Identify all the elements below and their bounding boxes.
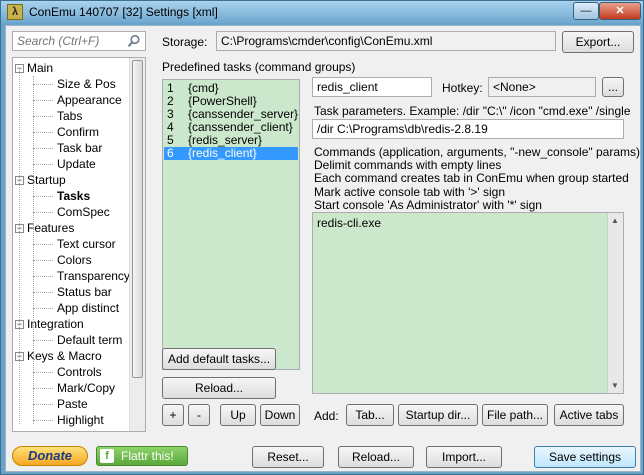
tree-item[interactable]: App distinct <box>57 300 119 316</box>
flattr-icon: f <box>100 449 114 463</box>
remove-task-button[interactable]: - <box>188 404 210 426</box>
tree-item[interactable]: Keys & Macro <box>27 348 102 364</box>
tree-item[interactable]: Features <box>27 220 74 236</box>
tree-item[interactable]: Controls <box>57 364 102 380</box>
task-name: {redis_client} <box>188 146 257 160</box>
add-active-tabs-button[interactable]: Active tabs <box>554 404 624 426</box>
scroll-down-icon[interactable]: ▼ <box>611 381 619 390</box>
tree-connector <box>33 84 53 85</box>
storage-label: Storage: <box>162 35 208 49</box>
commands-description: Commands (application, arguments, "-new_… <box>314 145 640 212</box>
save-settings-button[interactable]: Save settings <box>534 446 636 468</box>
tasks-list[interactable]: 1 {cmd} 2 {PowerShell} 3 {canssender_server} 4… <box>162 79 300 370</box>
task-name-field[interactable]: redis_client <box>312 77 432 97</box>
add-file-path-button[interactable]: File path... <box>482 404 548 426</box>
tree-connector <box>33 148 53 149</box>
tree-connector <box>33 116 53 117</box>
flattr-button[interactable]: f Flattr this! <box>96 446 188 466</box>
tree-connector <box>33 340 53 341</box>
tree-item[interactable]: Default term <box>57 332 122 348</box>
desc-line: Each command creates tab in ConEmu when … <box>314 171 629 186</box>
task-params-field[interactable]: /dir C:\Programs\db\redis-2.8.19 <box>312 119 624 139</box>
tree-guide-line <box>33 76 34 424</box>
tree-item[interactable]: Tasks <box>57 188 90 204</box>
commands-text[interactable]: redis-cli.exe <box>317 216 381 230</box>
desc-line: Start console 'As Administrator' with '*… <box>314 197 542 212</box>
import-button[interactable]: Import... <box>426 446 502 468</box>
task-params-label: Task parameters. Example: /dir "C:\" /ic… <box>314 104 631 118</box>
hotkey-field[interactable]: <None> <box>488 77 596 97</box>
close-button[interactable]: ✕ <box>599 2 641 20</box>
tree-connector <box>33 276 53 277</box>
tree-item[interactable]: Mark/Copy <box>57 380 115 396</box>
tree-item[interactable]: Colors <box>57 252 92 268</box>
tree-scrollbar[interactable] <box>129 58 145 431</box>
tree-item[interactable]: Paste <box>57 396 88 412</box>
search-icon[interactable] <box>127 34 141 48</box>
window-title: ConEmu 140707 [32] Settings [xml] <box>29 5 218 19</box>
settings-window: λ ConEmu 140707 [32] Settings [xml] — ✕ … <box>0 0 644 475</box>
minimize-button[interactable]: — <box>573 2 599 20</box>
tree-connector <box>33 404 53 405</box>
tasks-header: Predefined tasks (command groups) <box>162 60 356 74</box>
tree-connector <box>33 244 53 245</box>
tree-connector <box>33 308 53 309</box>
export-button[interactable]: Export... <box>562 31 634 53</box>
tree-connector <box>33 164 53 165</box>
storage-path-field[interactable]: C:\Programs\cmder\config\ConEmu.xml <box>216 31 556 51</box>
title-bar[interactable]: λ ConEmu 140707 [32] Settings [xml] — ✕ <box>1 1 643 23</box>
reset-button[interactable]: Reset... <box>252 446 324 468</box>
scroll-up-icon[interactable]: ▲ <box>611 216 619 225</box>
task-number: 6 <box>167 146 174 160</box>
move-up-button[interactable]: Up <box>220 404 256 426</box>
tree-connector <box>33 388 53 389</box>
tree-connector <box>33 260 53 261</box>
tree-item[interactable]: Appearance <box>57 92 122 108</box>
add-default-tasks-button[interactable]: Add default tasks... <box>162 348 276 370</box>
tree-item[interactable]: Update <box>57 156 96 172</box>
settings-client-area: Main−Size & PosAppearanceTabsConfirmTask… <box>5 25 641 472</box>
reload-button[interactable]: Reload... <box>338 446 414 468</box>
tree-scroll-thumb[interactable] <box>132 60 143 378</box>
add-startup-dir-button[interactable]: Startup dir... <box>398 404 478 426</box>
tree-item[interactable]: Highlight <box>57 412 104 428</box>
reload-tasks-button[interactable]: Reload... <box>162 377 276 399</box>
flattr-label: Flattr this! <box>121 449 174 463</box>
add-label: Add: <box>314 409 339 423</box>
tree-item[interactable]: Text cursor <box>57 236 116 252</box>
tree-item[interactable]: Integration <box>27 316 84 332</box>
search-input[interactable] <box>13 32 123 50</box>
settings-tree[interactable]: Main − Size & Pos Appearance Tabs Confirm Task… <box>12 57 146 432</box>
tree-connector <box>33 100 53 101</box>
tree-connector <box>33 372 53 373</box>
tree-item[interactable]: Transparency <box>57 268 130 284</box>
conemu-app-icon: λ <box>7 4 23 20</box>
tree-item[interactable]: Size & Pos <box>57 76 116 92</box>
add-tab-button[interactable]: Tab... <box>346 404 394 426</box>
add-task-button[interactable]: + <box>162 404 184 426</box>
tree-connector <box>33 132 53 133</box>
move-down-button[interactable]: Down <box>260 404 300 426</box>
tree-connector <box>33 420 53 421</box>
hotkey-label: Hotkey: <box>442 81 483 95</box>
tree-connector <box>33 292 53 293</box>
tree-item[interactable]: Main <box>27 60 53 76</box>
tree-item[interactable]: Tabs <box>57 108 82 124</box>
tree-item[interactable]: Status bar <box>57 284 112 300</box>
desc-line: Mark active console tab with '>' sign <box>314 184 506 199</box>
task-row[interactable]: 6 {redis_client} <box>164 147 298 160</box>
tree-connector <box>33 196 53 197</box>
tree-item[interactable]: Confirm <box>57 124 99 140</box>
commands-textarea[interactable]: redis-cli.exe ▲ ▼ <box>312 212 624 394</box>
commands-scrollbar[interactable]: ▲ ▼ <box>607 213 623 393</box>
tree-item[interactable]: ComSpec <box>57 204 110 220</box>
search-box[interactable] <box>12 31 146 51</box>
tree-guide-line <box>19 68 20 424</box>
donate-button[interactable]: Donate <box>12 446 88 466</box>
tree-item[interactable]: Task bar <box>57 140 102 156</box>
hotkey-picker-button[interactable]: ... <box>602 77 624 97</box>
tree-connector <box>33 212 53 213</box>
